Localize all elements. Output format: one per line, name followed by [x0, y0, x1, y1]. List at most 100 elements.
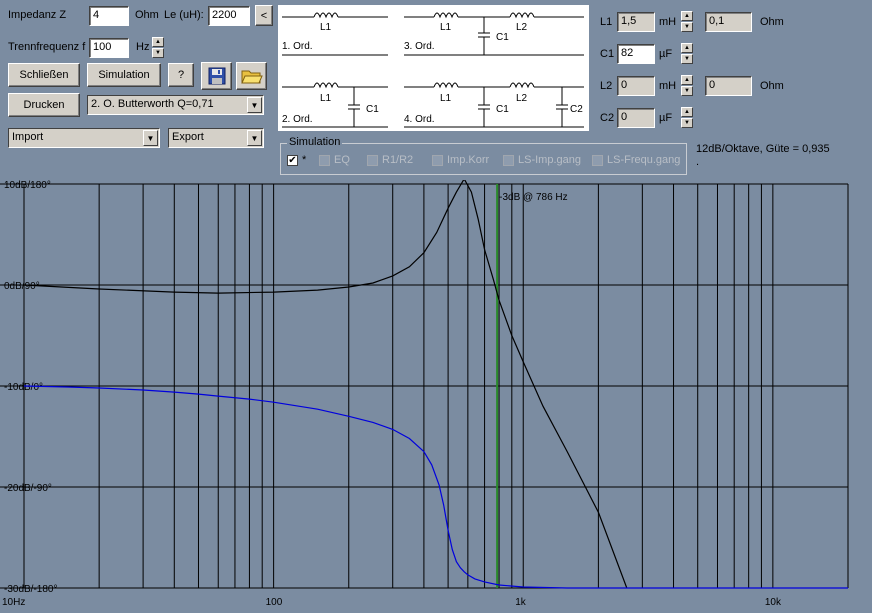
spin-up-icon[interactable]: ▲ — [681, 11, 693, 21]
import-select[interactable]: Import ▼ — [8, 128, 160, 148]
c2-label: C2 — [600, 112, 615, 124]
schematic-order-4: 4. Ord. — [404, 114, 435, 125]
sim-option-main[interactable]: ✔ * — [287, 154, 306, 166]
plot-curves — [23, 180, 848, 589]
sim-option-ls-imp[interactable]: LS-Imp.gang — [503, 154, 581, 166]
schematic-label-c1: C1 — [496, 104, 509, 115]
checkbox-checked-icon[interactable]: ✔ — [287, 154, 298, 166]
filter-type-value: 2. O. Butterworth Q=0,71 — [91, 98, 214, 110]
save-button[interactable] — [201, 62, 232, 90]
c1-input[interactable]: 82 — [617, 44, 655, 64]
checkbox-icon[interactable] — [432, 154, 443, 166]
sim-option-r1r2[interactable]: R1/R2 — [367, 154, 413, 166]
dropdown-arrow-icon[interactable]: ▼ — [247, 130, 262, 146]
y-tick-label: -30dB/-180° — [4, 584, 57, 595]
schematic-order-1: 1. Ord. — [282, 41, 313, 52]
schematic-label-c2: C2 — [570, 104, 583, 115]
export-select[interactable]: Export ▼ — [168, 128, 264, 148]
open-button[interactable] — [236, 62, 267, 90]
help-button[interactable]: ? — [168, 63, 194, 87]
checkbox-icon[interactable] — [503, 154, 514, 166]
c2-input[interactable]: 0 — [617, 108, 655, 128]
spin-up-icon[interactable]: ▲ — [681, 43, 693, 53]
le-input[interactable]: 2200 — [208, 6, 250, 26]
l1-input[interactable]: 1,5 — [617, 12, 655, 32]
spin-down-icon[interactable]: ▼ — [681, 22, 693, 32]
spin-down-icon[interactable]: ▼ — [681, 86, 693, 96]
sim-option-eq[interactable]: EQ — [319, 154, 350, 166]
spin-down-icon[interactable]: ▼ — [152, 48, 164, 58]
schematic-label-l1: L1 — [440, 22, 452, 33]
export-value: Export — [172, 131, 204, 143]
c1-label: C1 — [600, 48, 615, 60]
l2-resistance-unit: Ohm — [760, 80, 784, 92]
floppy-disk-icon — [208, 67, 225, 85]
schematic-label-l1: L1 — [440, 93, 452, 104]
sim-option-ls-freq[interactable]: LS-Frequ.gang — [592, 154, 680, 166]
filter-schematic[interactable]: L1 1. Ord. L1 L2 C1 3. Ord. L1 C1 2. Ord… — [278, 5, 589, 131]
c2-spinner[interactable]: ▲ ▼ — [681, 107, 693, 128]
impedance-label: Impedanz Z — [8, 9, 67, 21]
x-axis-labels: 10Hz 100 1k 10k — [2, 597, 782, 608]
filter-info-text: 12dB/Oktave, Güte = 0,935 — [696, 143, 830, 155]
simulation-button[interactable]: Simulation — [87, 63, 161, 87]
x-tick-label: 1k — [515, 597, 527, 608]
spin-up-icon[interactable]: ▲ — [681, 107, 693, 117]
spin-up-icon[interactable]: ▲ — [152, 37, 164, 47]
l2-spinner[interactable]: ▲ ▼ — [681, 75, 693, 96]
y-axis-labels: 10dB/180° 0dB/90° -10dB/0° -20dB/-90° -30dB/… — [4, 180, 57, 595]
l2-label: L2 — [600, 80, 613, 92]
schematic-order-2: 2. Ord. — [282, 114, 313, 125]
response-curve-black — [23, 180, 628, 589]
frequency-response-plot[interactable]: 10dB/180° 0dB/90° -10dB/0° -20dB/-90° -30dB/… — [0, 180, 872, 613]
spin-up-icon[interactable]: ▲ — [681, 75, 693, 85]
filter-type-select[interactable]: 2. O. Butterworth Q=0,71 ▼ — [87, 95, 264, 115]
folder-open-icon — [240, 70, 263, 84]
c2-unit: µF — [659, 112, 673, 124]
schematic-label-l1: L1 — [320, 22, 332, 33]
l1-resistance-unit: Ohm — [760, 16, 784, 28]
l1-resistance-input[interactable]: 0,1 — [705, 12, 752, 32]
schematic-label-l2: L2 — [516, 22, 528, 33]
checkbox-icon[interactable] — [592, 154, 603, 166]
plot-grid — [0, 183, 849, 589]
frequency-spinner[interactable]: ▲ ▼ — [152, 37, 164, 58]
close-button[interactable]: Schließen — [8, 63, 80, 87]
dropdown-arrow-icon[interactable]: ▼ — [247, 97, 262, 113]
dropdown-arrow-icon[interactable]: ▼ — [143, 130, 158, 146]
c1-unit: µF — [659, 48, 673, 60]
checkbox-icon[interactable] — [367, 154, 378, 166]
le-apply-button[interactable]: < — [255, 5, 273, 26]
schematic-order-3: 3. Ord. — [404, 41, 435, 52]
filter-info-text-2: . — [696, 156, 700, 168]
cutoff-marker-label: -3dB @ 786 Hz — [499, 192, 568, 203]
frequency-input[interactable]: 100 — [89, 38, 129, 58]
y-tick-label: -10dB/0° — [4, 382, 43, 393]
frequency-unit: Hz — [136, 41, 150, 53]
l1-unit: mH — [659, 16, 677, 28]
spin-down-icon[interactable]: ▼ — [681, 54, 693, 64]
schematic-label-c1: C1 — [496, 32, 509, 43]
y-tick-label: 10dB/180° — [4, 180, 51, 191]
l2-resistance-input[interactable]: 0 — [705, 76, 752, 96]
l2-input[interactable]: 0 — [617, 76, 655, 96]
import-value: Import — [12, 131, 44, 143]
l1-spinner[interactable]: ▲ ▼ — [681, 11, 693, 32]
x-tick-label: 10Hz — [2, 597, 25, 608]
y-tick-label: 0dB/90° — [4, 281, 40, 292]
x-tick-label: 100 — [266, 597, 283, 608]
schematic-label-c1: C1 — [366, 104, 379, 115]
spin-down-icon[interactable]: ▼ — [681, 118, 693, 128]
l2-unit: mH — [659, 80, 677, 92]
simulation-group-title: Simulation — [287, 136, 343, 148]
l1-label: L1 — [600, 16, 613, 28]
print-button[interactable]: Drucken — [8, 93, 80, 117]
simulation-group: Simulation ✔ * EQ R1/R2 Imp.Korr LS-Imp.g… — [280, 136, 687, 175]
checkbox-icon[interactable] — [319, 154, 330, 166]
impedance-input[interactable]: 4 — [89, 6, 129, 26]
schematic-label-l1: L1 — [320, 93, 332, 104]
sim-option-imp-korr[interactable]: Imp.Korr — [432, 154, 489, 166]
le-label: Le (uH): — [164, 9, 204, 21]
y-tick-label: -20dB/-90° — [4, 483, 52, 494]
c1-spinner[interactable]: ▲ ▼ — [681, 43, 693, 64]
